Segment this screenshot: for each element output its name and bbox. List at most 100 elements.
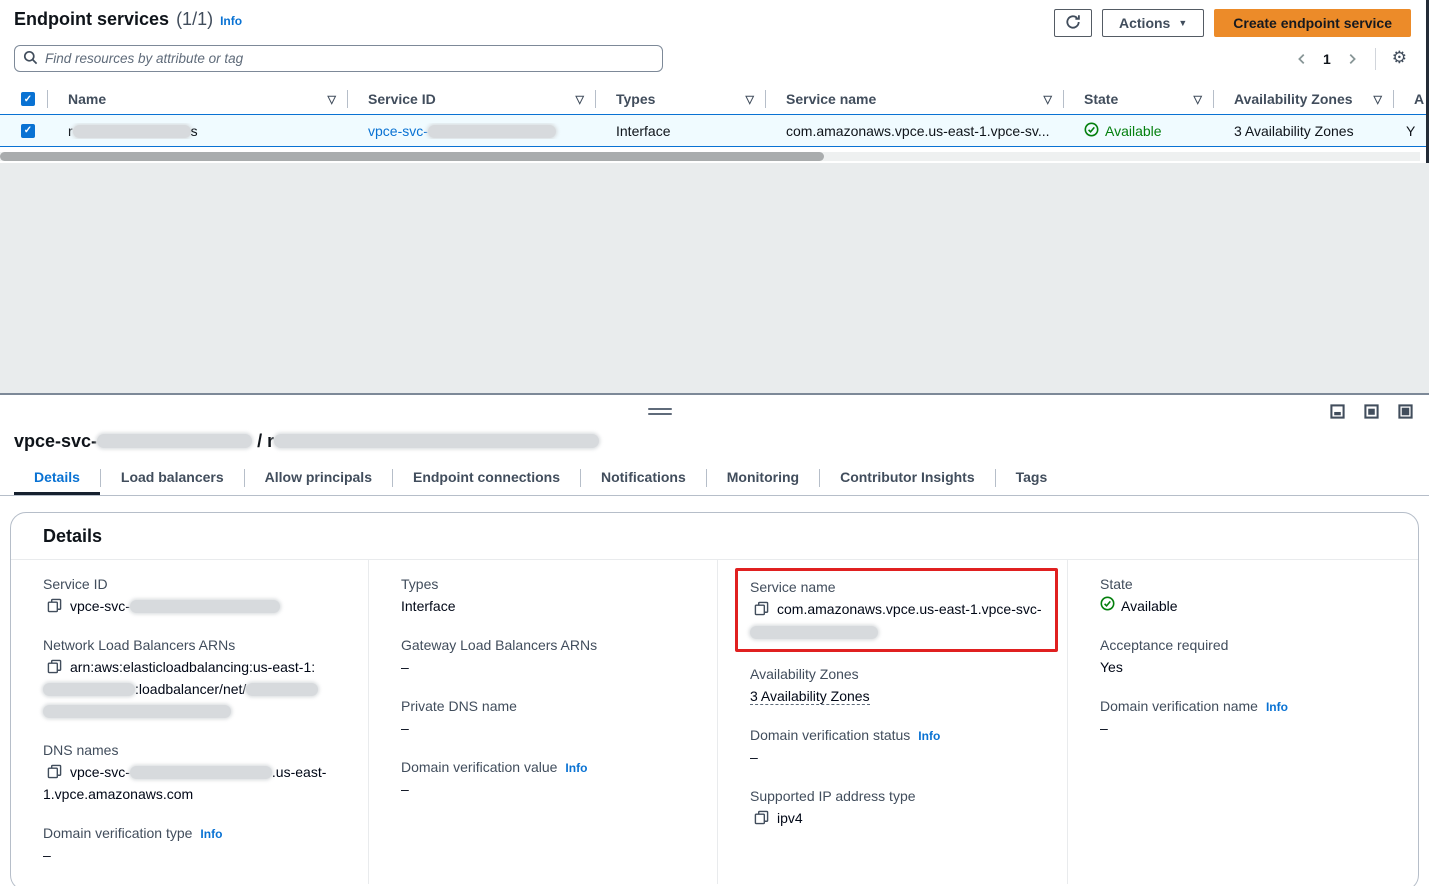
info-link[interactable]: Info [1266, 700, 1288, 714]
column-header-acceptance[interactable]: A [1394, 84, 1429, 114]
check-circle-icon [1100, 595, 1115, 617]
split-panel: vpce-svc- / r Details Load balancers All… [0, 393, 1429, 886]
availability-zones-link[interactable]: 3 Availability Zones [1234, 123, 1354, 139]
column-header-name[interactable]: Name ▽ [48, 84, 348, 114]
redacted-text [750, 626, 878, 639]
info-link[interactable]: Info [565, 761, 587, 775]
tab-notifications[interactable]: Notifications [581, 465, 706, 495]
info-link[interactable]: Info [918, 729, 940, 743]
field-acceptance-required: Acceptance required Yes [1100, 637, 1394, 678]
field-supported-ip-address-type: Supported IP address type ipv4 [750, 788, 1043, 829]
field-service-name-highlighted: Service name com.amazonaws.vpce.us-east-… [735, 568, 1058, 652]
info-link[interactable]: Info [220, 14, 242, 28]
panel-title: vpce-svc- / r [0, 423, 1429, 452]
field-gateway-load-balancers-arns: Gateway Load Balancers ARNs – [401, 637, 693, 678]
redacted-text [43, 683, 135, 696]
info-link[interactable]: Info [200, 827, 222, 841]
previous-page-button[interactable] [1291, 48, 1313, 70]
create-endpoint-service-button[interactable]: Create endpoint service [1214, 9, 1411, 37]
actions-button[interactable]: Actions ▼ [1102, 9, 1204, 37]
copy-icon[interactable] [754, 601, 769, 616]
column-header-service-id[interactable]: Service ID ▽ [348, 84, 596, 114]
filter-icon[interactable]: ▽ [1194, 93, 1202, 106]
details-column-1: Service ID vpce-svc- Network Load Balanc… [11, 560, 368, 884]
content-background [0, 163, 1429, 393]
redacted-text [97, 434, 252, 448]
caret-down-icon: ▼ [1178, 18, 1187, 28]
filter-icon[interactable]: ▽ [1044, 93, 1052, 106]
table-header-row: ✓ Name ▽ Service ID ▽ Types ▽ Service na… [0, 84, 1429, 114]
field-domain-verification-status: Domain verification statusInfo – [750, 727, 1043, 768]
column-header-state[interactable]: State ▽ [1064, 84, 1214, 114]
tab-allow-principals[interactable]: Allow principals [245, 465, 392, 495]
redacted-text [130, 600, 280, 613]
next-page-button[interactable] [1341, 48, 1363, 70]
tab-endpoint-connections[interactable]: Endpoint connections [393, 465, 580, 495]
search-input[interactable] [45, 51, 654, 66]
copy-icon[interactable] [47, 764, 62, 779]
tab-details[interactable]: Details [14, 465, 100, 495]
horizontal-scrollbar[interactable] [0, 152, 1420, 161]
column-header-availability-zones[interactable]: Availability Zones ▽ [1214, 84, 1394, 114]
field-domain-verification-value: Domain verification valueInfo – [401, 759, 693, 800]
pagination: 1 ⚙ [1291, 46, 1411, 71]
row-types-cell: Interface [596, 123, 766, 139]
panel-size-small-button[interactable] [1330, 404, 1345, 419]
row-service-id-cell: vpce-svc- [348, 123, 596, 139]
check-circle-icon [1084, 122, 1099, 140]
redacted-text [274, 434, 599, 448]
tab-contributor-insights[interactable]: Contributor Insights [820, 465, 995, 495]
redacted-text [73, 125, 191, 138]
page-title: Endpoint services [14, 9, 169, 30]
divider [1375, 48, 1376, 70]
row-service-name-cell: com.amazonaws.vpce.us-east-1.vpce-sv... [766, 123, 1064, 139]
filter-icon[interactable]: ▽ [576, 93, 584, 106]
status-badge: Available [1105, 123, 1162, 139]
field-dns-names: DNS names vpce-svc-.us-east-1.vpce.amazo… [43, 742, 344, 805]
field-availability-zones: Availability Zones 3 Availability Zones [750, 666, 1043, 707]
details-column-4: State Available Acceptance required Yes … [1067, 560, 1418, 884]
redacted-text [246, 683, 318, 696]
tab-load-balancers[interactable]: Load balancers [101, 465, 244, 495]
filter-icon[interactable]: ▽ [328, 93, 336, 106]
row-checkbox[interactable]: ✓ [21, 124, 35, 138]
row-availability-zones-cell: 3 Availability Zones [1214, 123, 1394, 139]
scrollbar-thumb[interactable] [0, 152, 824, 161]
availability-zones-link[interactable]: 3 Availability Zones [750, 688, 870, 705]
panel-drag-handle[interactable] [648, 408, 672, 418]
gear-icon: ⚙ [1392, 50, 1407, 67]
copy-icon[interactable] [47, 659, 62, 674]
copy-icon[interactable] [754, 810, 769, 825]
filter-icon[interactable]: ▽ [746, 93, 754, 106]
panel-size-large-button[interactable] [1398, 404, 1413, 419]
refresh-button[interactable] [1054, 9, 1092, 37]
service-id-link[interactable]: vpce-svc- [368, 123, 556, 139]
resource-count: (1/1) [176, 9, 213, 30]
search-box[interactable] [14, 45, 663, 72]
card-title: Details [43, 526, 1386, 547]
field-network-load-balancers-arns: Network Load Balancers ARNs arn:aws:elas… [43, 637, 344, 722]
field-state: State Available [1100, 576, 1394, 617]
filter-icon[interactable]: ▽ [1374, 93, 1382, 106]
tab-monitoring[interactable]: Monitoring [707, 465, 819, 495]
column-header-service-name[interactable]: Service name ▽ [766, 84, 1064, 114]
current-page[interactable]: 1 [1317, 51, 1337, 67]
select-all-cell: ✓ [0, 84, 48, 114]
row-name-cell: rs [48, 123, 348, 139]
panel-size-medium-button[interactable] [1364, 404, 1379, 419]
details-card: Details Service ID vpce-svc- Network Loa… [10, 512, 1419, 886]
field-domain-verification-name: Domain verification nameInfo – [1100, 698, 1394, 739]
row-acceptance-cell: Y [1394, 123, 1429, 139]
column-header-types[interactable]: Types ▽ [596, 84, 766, 114]
copy-icon[interactable] [47, 598, 62, 613]
select-all-checkbox[interactable]: ✓ [21, 92, 35, 106]
redacted-text [43, 705, 231, 718]
details-column-2: Types Interface Gateway Load Balancers A… [368, 560, 717, 884]
preferences-button[interactable]: ⚙ [1388, 46, 1411, 71]
tab-bar: Details Load balancers Allow principals … [0, 465, 1429, 496]
tab-tags[interactable]: Tags [996, 465, 1068, 495]
field-service-id: Service ID vpce-svc- [43, 576, 344, 617]
refresh-icon [1065, 14, 1081, 33]
table-row[interactable]: ✓ rs vpce-svc- Interface com.amazonaws.v… [0, 114, 1429, 147]
redacted-text [428, 125, 556, 138]
